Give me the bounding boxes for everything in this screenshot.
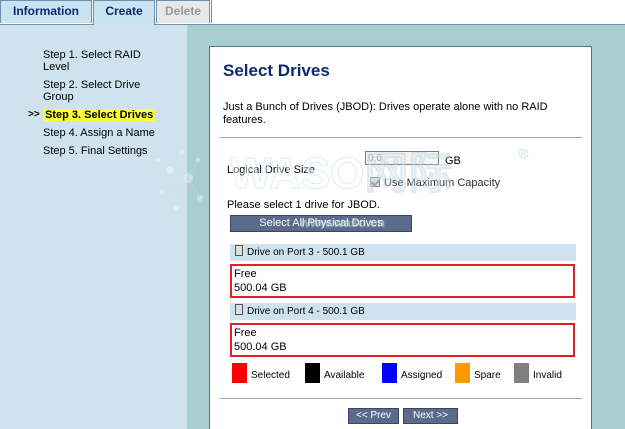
- tab-delete[interactable]: Delete: [156, 0, 210, 23]
- step-label: Step 5. Final Settings: [43, 145, 148, 157]
- use-max-capacity-label: Use Maximum Capacity: [384, 177, 501, 189]
- tab-information[interactable]: Information: [0, 0, 92, 23]
- drive-header-label: Drive on Port 3 - 500.1 GB: [247, 247, 365, 258]
- legend-swatch-spare: [455, 363, 470, 383]
- legend-label: Available: [324, 370, 365, 381]
- drive-port-4[interactable]: Free 500.04 GB: [230, 323, 575, 357]
- color-legend: Selected Available Assigned Spare Invali…: [232, 363, 582, 385]
- divider: [220, 137, 582, 138]
- drive-icon: [235, 304, 243, 315]
- legend-label: Spare: [474, 370, 501, 381]
- legend-swatch-assigned: [382, 363, 397, 383]
- select-all-drives-button[interactable]: Select All Physical Drives: [230, 215, 412, 232]
- tab-bar: Information Create Delete: [0, 0, 625, 25]
- step-4[interactable]: Step 4. Assign a Name: [0, 127, 163, 139]
- drive-header-label: Drive on Port 4 - 500.1 GB: [247, 306, 365, 317]
- legend-label: Selected: [251, 370, 290, 381]
- drive-status: Free: [234, 268, 257, 280]
- divider: [220, 398, 582, 399]
- wizard-steps: Step 1. Select RAID Level Step 2. Select…: [0, 49, 187, 163]
- tab-bar-filler: [211, 0, 625, 23]
- use-max-capacity-checkbox[interactable]: [370, 177, 380, 187]
- logical-drive-size-label: Logical Drive Size: [227, 164, 316, 176]
- next-button[interactable]: Next >>: [403, 408, 458, 424]
- drive-port-3[interactable]: Free 500.04 GB: [230, 264, 575, 298]
- size-unit: GB: [445, 155, 461, 167]
- step-3-current: >> Step 3. Select Drives: [0, 109, 163, 121]
- legend-swatch-selected: [232, 363, 247, 383]
- step-label: Step 3. Select Drives: [43, 109, 156, 121]
- drive-header: Drive on Port 4 - 500.1 GB: [230, 303, 576, 320]
- drive-header: Drive on Port 3 - 500.1 GB: [230, 244, 576, 261]
- step-5[interactable]: Step 5. Final Settings: [0, 145, 163, 157]
- legend-label: Invalid: [533, 370, 562, 381]
- legend-swatch-invalid: [514, 363, 529, 383]
- legend-swatch-available: [305, 363, 320, 383]
- drive-size: 500.04 GB: [234, 341, 287, 353]
- page-title: Select Drives: [223, 61, 330, 80]
- prev-button[interactable]: << Prev: [348, 408, 399, 424]
- selection-prompt: Please select 1 drive for JBOD.: [227, 199, 380, 211]
- current-step-marker: >>: [28, 109, 40, 120]
- step-2[interactable]: Step 2. Select Drive Group: [0, 79, 163, 103]
- legend-label: Assigned: [401, 370, 443, 381]
- step-label: Step 2. Select Drive Group: [43, 79, 141, 103]
- raid-description: Just a Bunch of Drives (JBOD): Drives op…: [223, 101, 548, 126]
- step-label: Step 4. Assign a Name: [43, 127, 155, 139]
- drive-size: 500.04 GB: [234, 282, 287, 294]
- step-1[interactable]: Step 1. Select RAID Level: [0, 49, 163, 73]
- tab-create[interactable]: Create: [93, 0, 155, 25]
- select-drives-panel: Select Drives Just a Bunch of Drives (JB…: [209, 46, 592, 429]
- drive-icon: [235, 245, 243, 256]
- logical-drive-size-input[interactable]: 0.0: [365, 151, 439, 165]
- step-label: Step 1. Select RAID Level: [43, 49, 141, 73]
- drive-status: Free: [234, 327, 257, 339]
- wizard-steps-panel: Step 1. Select RAID Level Step 2. Select…: [0, 25, 187, 429]
